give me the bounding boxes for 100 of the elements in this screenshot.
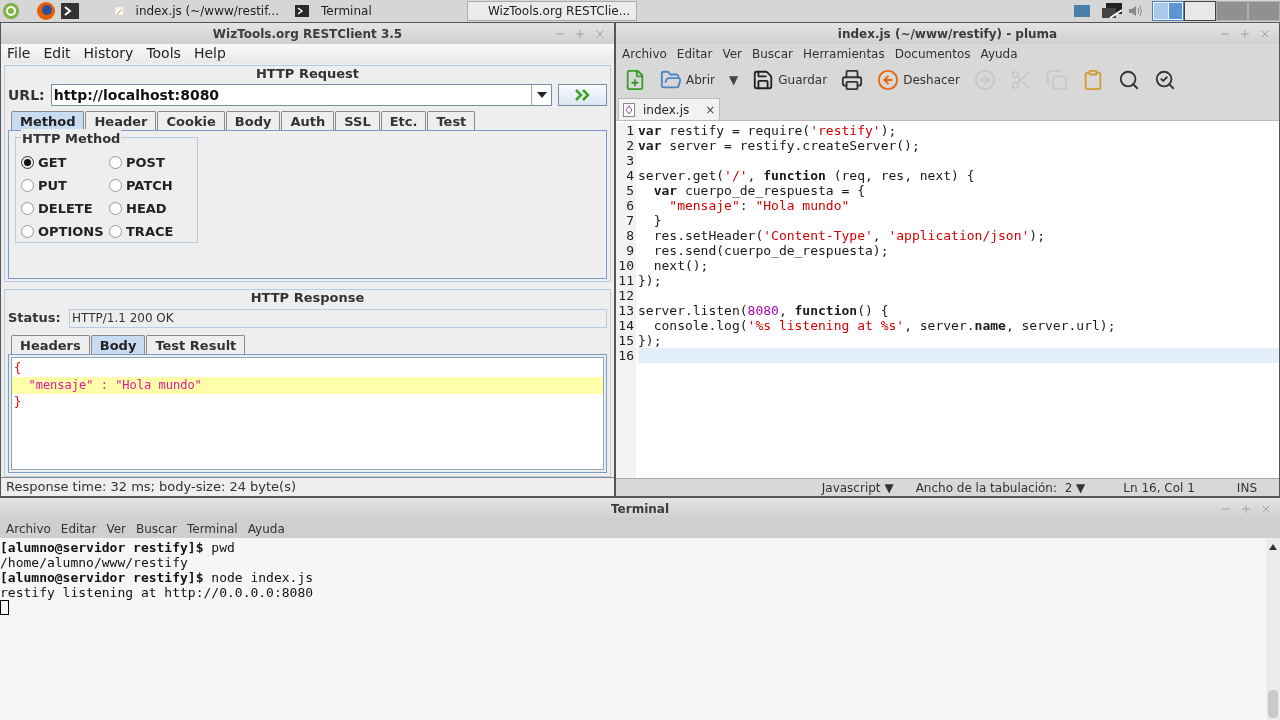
status-text: Ln 16, Col 1 — [1123, 479, 1195, 497]
menu-item[interactable]: Terminal — [186, 519, 238, 538]
tab[interactable]: Method — [11, 111, 85, 130]
workspace-thumbnail[interactable] — [1248, 1, 1280, 21]
radio-option[interactable]: HEAD — [109, 200, 189, 217]
line-number: 13 — [618, 303, 634, 318]
code-line: res.send(cuerpo_de_respuesta); — [652, 243, 890, 258]
code-line: var restify = require('restify'); — [638, 123, 898, 138]
menu-item[interactable]: Tools — [146, 43, 181, 64]
code-line: "mensaje": "Hola mundo" — [668, 198, 851, 213]
send-button[interactable] — [558, 84, 607, 106]
tab-label: index.js — [643, 101, 690, 119]
window-title: WizTools.org RESTClient 3.5 — [212, 25, 403, 43]
terminal-line: [alumno@servidor restify]$ node index.js — [0, 570, 315, 585]
body-line: { — [13, 359, 23, 377]
tab[interactable]: Headers — [11, 334, 90, 354]
printer-icon — [841, 69, 864, 91]
scrollbar-thumb[interactable] — [1268, 690, 1278, 718]
terminal-line: [alumno@servidor restify]$ pwd — [0, 540, 236, 555]
menu-item[interactable]: Ayuda — [247, 519, 285, 538]
radio-option[interactable]: TRACE — [109, 223, 189, 240]
radio-option[interactable]: PUT — [21, 177, 109, 194]
tab[interactable]: Test Result — [146, 334, 246, 354]
toolbar-button[interactable] — [1117, 69, 1140, 91]
double-chevron-icon — [573, 89, 592, 101]
menu-item[interactable]: Buscar — [752, 44, 793, 63]
window-title: index.js (~/www/restify) - pluma — [837, 25, 1058, 43]
display-icon[interactable] — [1074, 5, 1090, 17]
radio-option[interactable]: OPTIONS — [21, 223, 109, 240]
tab[interactable]: Cookie — [157, 111, 225, 130]
workspace-thumbnail[interactable] — [1216, 1, 1248, 21]
tab[interactable]: Etc. — [380, 111, 427, 130]
line-number: 2 — [626, 138, 634, 153]
menu-item[interactable]: Ayuda — [980, 44, 1018, 63]
section-title: HTTP Response — [249, 291, 366, 306]
menu-item[interactable]: File — [7, 43, 31, 64]
tab[interactable]: Auth — [281, 111, 335, 130]
status-dropdown[interactable]: Ancho de la tabulación: 2 ▼ — [915, 478, 1086, 497]
toolbar-button[interactable] — [1153, 69, 1176, 91]
line-number: 14 — [618, 318, 634, 333]
workspace-thumbnail[interactable] — [1184, 1, 1216, 21]
tab[interactable]: SSL — [335, 111, 380, 130]
radio-option[interactable]: GET — [21, 154, 109, 171]
menu-item[interactable]: Ver — [106, 519, 126, 538]
code-line: server.get('/', function (req, res, next) { — [638, 168, 976, 183]
radio-option[interactable]: PATCH — [109, 177, 189, 194]
toolbar-button[interactable]: Deshacer — [877, 69, 960, 91]
menu-item[interactable]: Archivo — [6, 519, 51, 538]
body-line: } — [13, 393, 23, 411]
menu-item[interactable]: Edit — [43, 43, 71, 64]
menu-item[interactable]: Editar — [676, 44, 713, 63]
undo-icon — [877, 69, 900, 91]
menu-item[interactable]: Buscar — [136, 519, 177, 538]
menu-logo-icon[interactable] — [2, 2, 20, 20]
code-line: res.setHeader('Content-Type', 'application/json'); — [652, 228, 1046, 243]
code-line: server.listen(8080, function() { — [638, 303, 890, 318]
line-number: 16 — [618, 348, 634, 363]
toolbar-button[interactable]: Guardar — [752, 69, 828, 91]
maximize-icon[interactable] — [1239, 27, 1251, 40]
terminal-icon — [295, 5, 309, 17]
tab[interactable]: Test — [427, 111, 476, 130]
line-number: 6 — [626, 198, 634, 213]
tab-close-button[interactable]: × — [705, 100, 716, 119]
taskbar-item[interactable]: WizTools.org RESTClie... — [467, 1, 637, 21]
line-number: 8 — [626, 228, 634, 243]
menu-item[interactable]: Herramientas — [802, 44, 885, 63]
menu-item[interactable]: Help — [193, 43, 226, 64]
code-line: next(); — [652, 258, 710, 273]
tab[interactable]: Header — [85, 111, 157, 130]
status-bar: Response time: 32 ms; body-size: 24 byte(s) — [1, 477, 614, 496]
toolbar-button[interactable] — [841, 69, 864, 91]
tab[interactable]: Body — [225, 111, 281, 130]
status-dropdown[interactable]: Javascript ▼ — [821, 478, 894, 497]
line-number: 9 — [626, 243, 634, 258]
browser-icon[interactable] — [36, 1, 56, 21]
document-icon — [623, 102, 635, 117]
toolbar-button[interactable]: Abrir — [660, 69, 716, 91]
menu-item[interactable]: Ver — [722, 44, 742, 63]
taskbar-item[interactable]: index.js (~/www/restif... — [107, 1, 287, 21]
menu-item[interactable]: Archivo — [622, 44, 667, 63]
maximize-icon[interactable] — [1240, 502, 1252, 515]
code-line: var server = restify.createServer(); — [638, 138, 921, 153]
workspace-thumbnail[interactable] — [1152, 1, 1184, 21]
volume-icon[interactable] — [1128, 4, 1144, 18]
menu-item[interactable]: Editar — [60, 519, 97, 538]
scrollbar[interactable] — [1266, 538, 1280, 720]
network-icon[interactable] — [1102, 2, 1124, 20]
scroll-up-icon[interactable] — [1269, 544, 1277, 550]
dropdown-button[interactable]: ▼ — [729, 71, 739, 89]
code-line: } — [652, 213, 663, 228]
radio-option[interactable]: DELETE — [21, 200, 109, 217]
menu-item[interactable]: Documentos — [894, 44, 971, 63]
taskbar-item[interactable]: Terminal — [287, 1, 467, 21]
document-tab[interactable]: index.js × — [618, 98, 721, 120]
radio-option[interactable]: POST — [109, 154, 189, 171]
menu-item[interactable]: History — [83, 43, 134, 64]
tab[interactable]: Body — [90, 334, 146, 354]
maximize-icon[interactable] — [574, 27, 586, 40]
url-field[interactable]: http://localhost:8080 — [50, 84, 553, 106]
terminal-icon[interactable] — [61, 3, 79, 19]
